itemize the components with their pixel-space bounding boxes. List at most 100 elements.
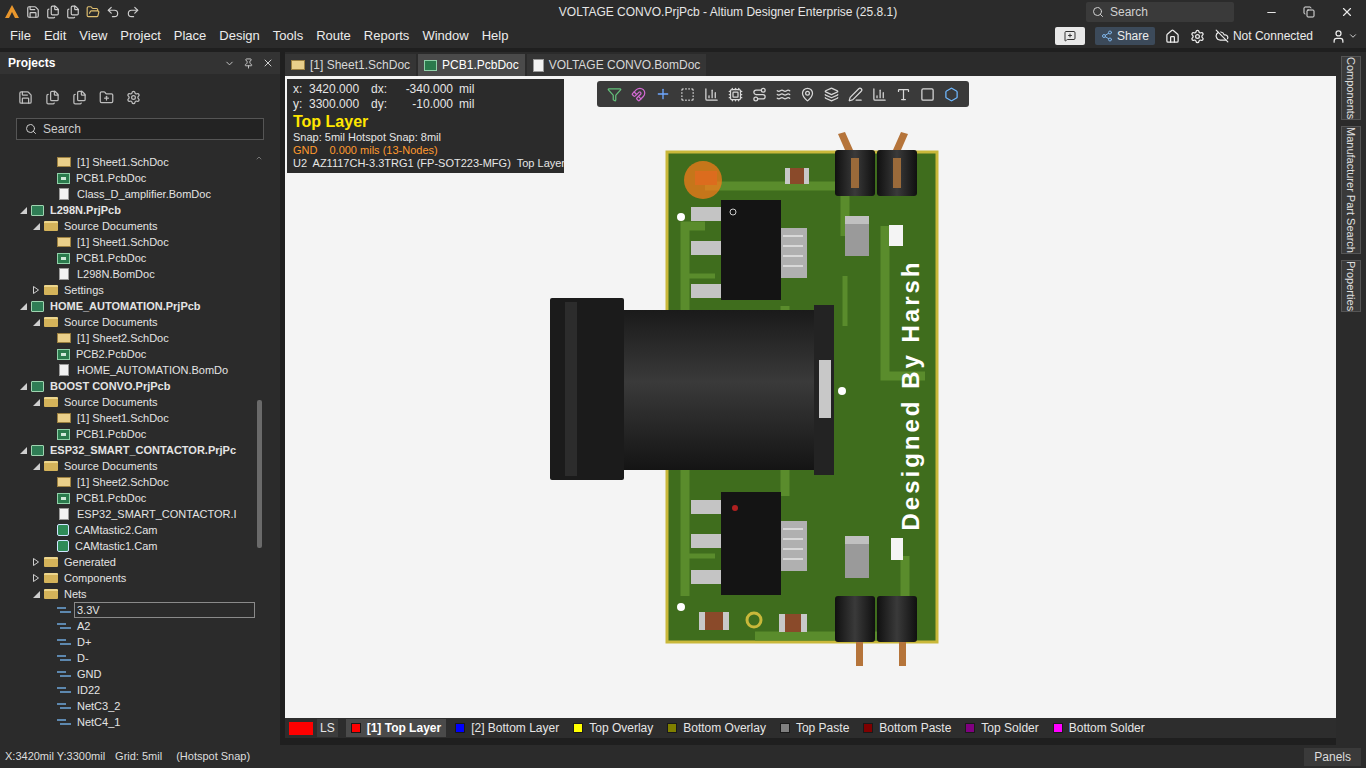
- tree-item[interactable]: Source Documents: [0, 314, 255, 330]
- tree-item-label[interactable]: [1] Sheet1.SchDoc: [74, 234, 255, 250]
- tree-item-label[interactable]: CAMtastic1.Cam: [72, 538, 255, 554]
- tree-item-label[interactable]: 3.3V: [74, 602, 255, 618]
- save-all-icon[interactable]: [45, 90, 60, 105]
- expanded-arrow-icon[interactable]: [33, 591, 40, 598]
- polygon-icon[interactable]: [824, 87, 839, 102]
- panel-menu-icon[interactable]: [224, 58, 235, 69]
- tree-item-label[interactable]: Settings: [61, 282, 255, 298]
- tree-item[interactable]: PCB1.PcbDoc: [0, 250, 255, 266]
- tree-item[interactable]: PCB1.PcbDoc: [0, 170, 255, 186]
- home-icon[interactable]: [1165, 29, 1180, 44]
- region-icon[interactable]: [920, 87, 935, 102]
- menu-item[interactable]: Route: [316, 26, 351, 46]
- layer-tab[interactable]: Bottom Overlay: [662, 719, 771, 737]
- compile-icon[interactable]: [72, 90, 87, 105]
- regulator-u3[interactable]: [691, 492, 807, 595]
- tree-item-label[interactable]: Source Documents: [61, 314, 255, 330]
- open-icon[interactable]: [86, 5, 100, 19]
- share-button[interactable]: Share: [1095, 27, 1155, 45]
- expanded-arrow-icon[interactable]: [20, 447, 27, 454]
- tree-item[interactable]: PCB1.PcbDoc: [0, 426, 255, 442]
- tree-item-label[interactable]: CAMtastic2.Cam: [72, 522, 255, 538]
- tree-item[interactable]: Components: [0, 570, 255, 586]
- tune-icon[interactable]: [776, 87, 791, 102]
- tree-item-label[interactable]: A2: [74, 618, 255, 634]
- menu-item[interactable]: File: [10, 26, 31, 46]
- layer-tab[interactable]: Bottom Paste: [858, 719, 956, 737]
- shape-icon[interactable]: [944, 87, 959, 102]
- layer-tab[interactable]: Bottom Solder: [1048, 719, 1150, 737]
- tree-item[interactable]: [1] Sheet2.SchDoc: [0, 474, 255, 490]
- tree-item-label[interactable]: HOME_AUTOMATION.PrjPcb: [47, 298, 255, 314]
- tree-item-label[interactable]: L298N.PrjPcb: [47, 202, 255, 218]
- layer-tab[interactable]: Top Overlay: [568, 719, 658, 737]
- tree-item[interactable]: ID22: [0, 682, 255, 698]
- tree-item[interactable]: BOOST CONVO.PrjPcb: [0, 378, 255, 394]
- pcb-canvas[interactable]: Designed By Harshx:3420.000dx:-340.000mi…: [285, 76, 1336, 718]
- tree-item[interactable]: HOME_AUTOMATION.PrjPcb: [0, 298, 255, 314]
- select-icon[interactable]: [680, 87, 695, 102]
- side-tab[interactable]: Properties: [1341, 260, 1361, 312]
- document-tab[interactable]: [1] Sheet1.SchDoc: [285, 54, 416, 76]
- tree-item[interactable]: L298N.PrjPcb: [0, 202, 255, 218]
- tree-item-label[interactable]: [1] Sheet2.SchDoc: [74, 330, 255, 346]
- side-tab[interactable]: Components: [1341, 56, 1361, 120]
- restore-button[interactable]: [1290, 0, 1328, 24]
- menu-item[interactable]: Edit: [44, 26, 66, 46]
- tree-item-label[interactable]: GND: [74, 666, 255, 682]
- tree-item[interactable]: [1] Sheet2.SchDoc: [0, 330, 255, 346]
- top-header[interactable]: [835, 132, 917, 196]
- collapsed-arrow-icon[interactable]: [33, 558, 39, 566]
- connection-status[interactable]: Not Connected: [1215, 27, 1313, 45]
- expanded-arrow-icon[interactable]: [33, 223, 40, 230]
- tree-item[interactable]: Settings: [0, 282, 255, 298]
- tree-item[interactable]: CAMtastic1.Cam: [0, 538, 255, 554]
- save-icon[interactable]: [18, 90, 33, 105]
- tree-item-label[interactable]: Source Documents: [61, 394, 255, 410]
- filter-icon[interactable]: [607, 87, 622, 102]
- tree-item-label[interactable]: [1] Sheet1.SchDoc: [74, 154, 255, 170]
- menu-item[interactable]: Reports: [364, 26, 410, 46]
- close-panel-icon[interactable]: [262, 57, 274, 69]
- tree-item-label[interactable]: Class_D_amplifier.BomDoc: [74, 186, 255, 202]
- layer-tab[interactable]: Top Solder: [960, 719, 1043, 737]
- tree-item-label[interactable]: PCB1.PcbDoc: [73, 170, 255, 186]
- tree-item[interactable]: 3.3V: [0, 602, 255, 618]
- align-icon[interactable]: [704, 87, 719, 102]
- tree-item-label[interactable]: D-: [74, 650, 255, 666]
- tree-item[interactable]: ESP32_SMART_CONTACTOR.I: [0, 506, 255, 522]
- tree-item[interactable]: [1] Sheet1.SchDoc: [0, 410, 255, 426]
- minimize-button[interactable]: [1252, 0, 1290, 24]
- tree-item-label[interactable]: ESP32_SMART_CONTACTOR.PrjPc: [47, 442, 255, 458]
- expanded-arrow-icon[interactable]: [33, 319, 40, 326]
- tree-item[interactable]: NetC4_1: [0, 714, 255, 730]
- tree-item-label[interactable]: PCB1.PcbDoc: [73, 426, 255, 442]
- tree-item[interactable]: Source Documents: [0, 394, 255, 410]
- redo-icon[interactable]: [126, 5, 140, 19]
- user-menu[interactable]: [1323, 29, 1358, 44]
- tree-item[interactable]: Nets: [0, 586, 255, 602]
- save-all-icon[interactable]: [46, 5, 60, 19]
- settings-icon[interactable]: [1190, 29, 1205, 44]
- tree-scrollbar[interactable]: [255, 154, 263, 745]
- global-search[interactable]: Search: [1086, 2, 1234, 22]
- layer-tab[interactable]: [1] Top Layer: [346, 719, 446, 737]
- tree-item[interactable]: Generated: [0, 554, 255, 570]
- bottom-header[interactable]: [835, 596, 917, 666]
- menu-item[interactable]: Help: [482, 26, 509, 46]
- tree-item-label[interactable]: ID22: [74, 682, 255, 698]
- tree-item[interactable]: A2: [0, 618, 255, 634]
- tree-item-label[interactable]: NetC4_1: [74, 714, 255, 730]
- tree-item-label[interactable]: NetC3_2: [74, 698, 255, 714]
- tree-item[interactable]: Source Documents: [0, 458, 255, 474]
- menu-item[interactable]: View: [79, 26, 107, 46]
- menu-item[interactable]: Project: [120, 26, 160, 46]
- panel-settings-icon[interactable]: [126, 90, 141, 105]
- tree-item[interactable]: GND: [0, 666, 255, 682]
- tree-item-label[interactable]: [1] Sheet2.SchDoc: [74, 474, 255, 490]
- side-tab[interactable]: Manufacturer Part Search: [1341, 126, 1361, 254]
- tree-item[interactable]: HOME_AUTOMATION.BomDo: [0, 362, 255, 378]
- expanded-arrow-icon[interactable]: [20, 303, 27, 310]
- panels-button[interactable]: Panels: [1304, 748, 1361, 766]
- tree-item[interactable]: D+: [0, 634, 255, 650]
